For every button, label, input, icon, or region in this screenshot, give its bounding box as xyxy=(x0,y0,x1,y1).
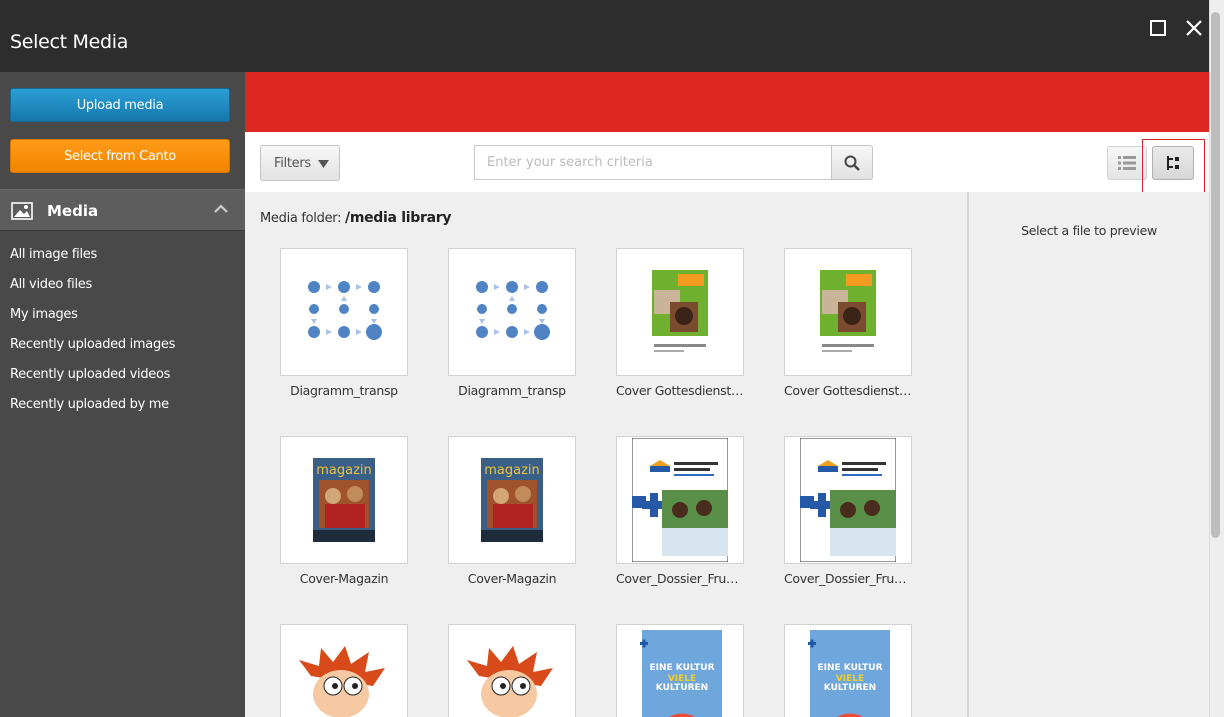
preview-empty-text: Select a file to preview xyxy=(1021,223,1157,238)
media-thumbnail xyxy=(280,624,408,717)
media-thumbnail xyxy=(616,248,744,376)
media-tile[interactable]: Diagramm_transp xyxy=(448,248,576,398)
svg-text:magazin: magazin xyxy=(484,463,540,478)
media-tile-caption: Cover-Magazin xyxy=(467,571,557,586)
media-folder-path: Media folder: /media library xyxy=(260,210,451,226)
folder-path: /media library xyxy=(345,210,452,226)
media-section-header[interactable]: Media xyxy=(0,189,245,231)
media-thumbnail: magazin xyxy=(280,436,408,564)
media-tile[interactable]: Cover Gottesdienstb... xyxy=(616,248,744,398)
media-grid-area: Media folder: /media library Diagramm_tr… xyxy=(245,192,967,717)
filters-button[interactable]: Filters xyxy=(260,145,340,181)
media-tile-caption: Cover Gottesdienstb... xyxy=(784,383,912,398)
media-thumbnail xyxy=(448,624,576,717)
media-tile-caption: Cover Gottesdienstb... xyxy=(616,383,744,398)
upload-media-button[interactable]: Upload media xyxy=(10,88,230,122)
media-thumbnail xyxy=(280,248,408,376)
toolbar: Filters xyxy=(245,132,1209,195)
media-tile[interactable]: EINE KULTUR VIELE KULTUREN xyxy=(616,624,744,717)
media-tile-caption: Cover_Dossier_Frue... xyxy=(784,571,912,586)
caret-down-icon xyxy=(318,160,329,168)
media-tile[interactable]: EINE KULTUR VIELE KULTUREN xyxy=(784,624,912,717)
media-tile[interactable]: Cover_Dossier_Frue... xyxy=(616,436,744,586)
svg-text:EINE KULTUR: EINE KULTUR xyxy=(817,663,882,673)
search-button[interactable] xyxy=(831,145,873,180)
maximize-button[interactable] xyxy=(1146,16,1170,40)
nav-item-recent-by-me[interactable]: Recently uploaded by me xyxy=(10,397,175,427)
media-thumbnail: magazin xyxy=(448,436,576,564)
media-thumbnail xyxy=(784,436,912,564)
image-icon xyxy=(11,202,33,220)
media-tile[interactable]: magazin Cover-Magazin xyxy=(280,436,408,586)
search-input[interactable] xyxy=(474,145,832,180)
folder-prefix: Media folder: xyxy=(260,211,342,226)
media-thumbnail xyxy=(784,248,912,376)
maximize-icon xyxy=(1150,20,1166,36)
media-thumbnail: EINE KULTUR VIELE KULTUREN xyxy=(784,624,912,717)
svg-text:KULTUREN: KULTUREN xyxy=(824,683,876,693)
dialog-title: Select Media xyxy=(10,31,129,53)
header-banner xyxy=(245,72,1209,132)
svg-text:EINE KULTUR: EINE KULTUR xyxy=(649,663,714,673)
list-icon xyxy=(1118,156,1136,170)
media-tile[interactable] xyxy=(280,624,408,717)
dialog-titlebar: Select Media xyxy=(0,0,1214,72)
media-nav-list: All image files All video files My image… xyxy=(10,247,175,427)
select-from-canto-button[interactable]: Select from Canto xyxy=(10,139,230,173)
close-button[interactable] xyxy=(1182,16,1206,40)
media-tile-caption: Diagramm_transp xyxy=(290,383,398,398)
filters-label: Filters xyxy=(274,155,311,171)
media-tile[interactable]: magazin Cover-Magazin xyxy=(448,436,576,586)
chevron-up-icon xyxy=(214,204,228,213)
media-tile-caption: Cover-Magazin xyxy=(299,571,389,586)
media-tile-caption: Diagramm_transp xyxy=(458,383,566,398)
media-tile-caption: Cover_Dossier_Frue... xyxy=(616,571,744,586)
media-thumbnail: EINE KULTUR VIELE KULTUREN xyxy=(616,624,744,717)
media-tile[interactable]: Cover Gottesdienstb... xyxy=(784,248,912,398)
media-tile[interactable] xyxy=(448,624,576,717)
svg-text:KULTUREN: KULTUREN xyxy=(656,683,708,693)
list-view-button[interactable] xyxy=(1107,146,1147,180)
media-section-label: Media xyxy=(47,202,99,220)
media-tile[interactable]: Cover_Dossier_Frue... xyxy=(784,436,912,586)
nav-item-recent-videos[interactable]: Recently uploaded videos xyxy=(10,367,175,397)
close-icon xyxy=(1186,20,1202,36)
media-tile[interactable]: Diagramm_transp xyxy=(280,248,408,398)
media-thumbnail xyxy=(616,436,744,564)
svg-text:magazin: magazin xyxy=(316,463,372,478)
scrollbar-thumb[interactable] xyxy=(1211,12,1220,538)
search-icon xyxy=(844,155,860,171)
nav-item-my-images[interactable]: My images xyxy=(10,307,175,337)
preview-panel: Select a file to preview xyxy=(967,192,1209,717)
nav-item-all-video-files[interactable]: All video files xyxy=(10,277,175,307)
nav-item-recent-images[interactable]: Recently uploaded images xyxy=(10,337,175,367)
selection-highlight-box xyxy=(1142,139,1205,195)
media-thumbnail xyxy=(448,248,576,376)
nav-item-all-image-files[interactable]: All image files xyxy=(10,247,175,277)
sidebar: Upload media Select from Canto Media All… xyxy=(0,72,245,717)
